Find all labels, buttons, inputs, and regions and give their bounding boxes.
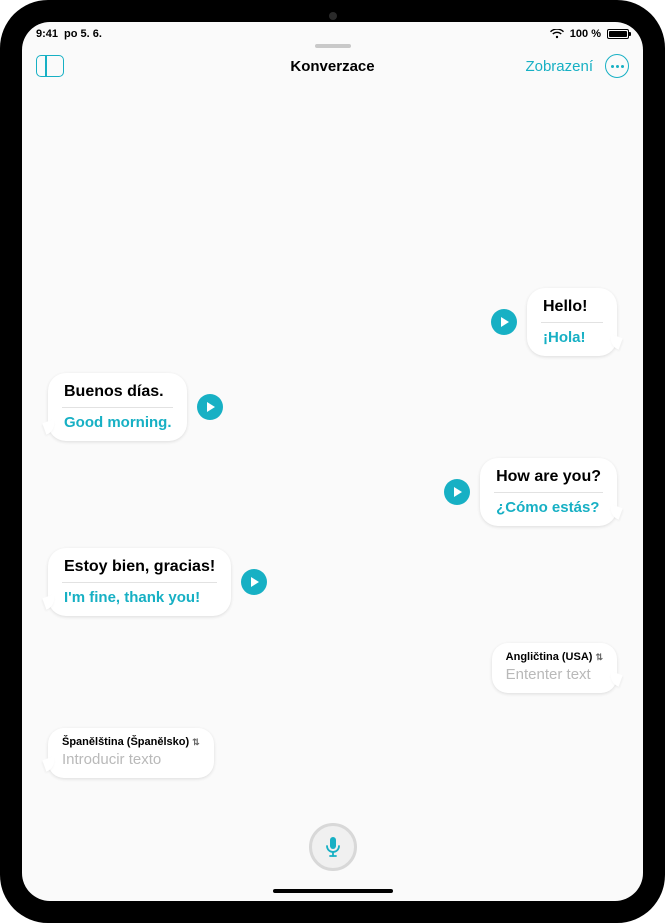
message-row: How are you? ¿Cómo estás? bbox=[444, 458, 617, 526]
microphone-button[interactable] bbox=[309, 823, 357, 871]
text-input-right[interactable]: Angličtina (USA) ⇅ Ententer text bbox=[492, 643, 617, 693]
message-row: Hello! ¡Hola! bbox=[491, 288, 617, 356]
input-placeholder: Ententer text bbox=[506, 666, 603, 683]
message-bubble[interactable]: How are you? ¿Cómo estás? bbox=[480, 458, 617, 526]
language-selector-left[interactable]: Španělština (Španělsko) ⇅ bbox=[62, 736, 200, 748]
message-original: How are you? bbox=[496, 468, 601, 492]
message-original: Hello! bbox=[543, 298, 601, 322]
status-bar: 9:41 po 5. 6. 100 % bbox=[22, 22, 643, 42]
divider bbox=[494, 492, 603, 493]
language-label: Angličtina (USA) bbox=[506, 651, 593, 663]
message-bubble[interactable]: Estoy bien, gracias! I'm fine, thank you… bbox=[48, 548, 231, 616]
message-translation: Good morning. bbox=[64, 414, 171, 431]
play-button[interactable] bbox=[241, 569, 267, 595]
nav-bar: Konverzace Zobrazení bbox=[22, 48, 643, 88]
view-button[interactable]: Zobrazení bbox=[525, 58, 593, 75]
message-original: Buenos días. bbox=[64, 383, 171, 407]
text-input-left[interactable]: Španělština (Španělsko) ⇅ Introducir tex… bbox=[48, 728, 214, 778]
language-selector-right[interactable]: Angličtina (USA) ⇅ bbox=[506, 651, 603, 663]
microphone-icon bbox=[324, 836, 342, 858]
status-time: 9:41 bbox=[36, 28, 58, 40]
camera-dot bbox=[329, 12, 337, 20]
message-bubble[interactable]: Hello! ¡Hola! bbox=[527, 288, 617, 356]
battery-icon bbox=[607, 29, 629, 39]
screen: 9:41 po 5. 6. 100 % Konverzace Zobrazen bbox=[22, 22, 643, 901]
chevron-updown-icon: ⇅ bbox=[192, 738, 200, 747]
divider bbox=[541, 322, 603, 323]
message-translation: ¡Hola! bbox=[543, 329, 601, 346]
device-frame: 9:41 po 5. 6. 100 % Konverzace Zobrazen bbox=[0, 0, 665, 923]
message-translation: I'm fine, thank you! bbox=[64, 589, 215, 606]
input-placeholder: Introducir texto bbox=[62, 751, 200, 768]
status-battery-pct: 100 % bbox=[570, 28, 601, 40]
message-original: Estoy bien, gracias! bbox=[64, 558, 215, 582]
chevron-updown-icon: ⇅ bbox=[595, 653, 603, 662]
conversation-area: Hello! ¡Hola! Buenos días. Good morning. bbox=[22, 88, 643, 901]
more-button[interactable] bbox=[605, 54, 629, 78]
divider bbox=[62, 582, 217, 583]
language-label: Španělština (Španělsko) bbox=[62, 736, 189, 748]
play-button[interactable] bbox=[491, 309, 517, 335]
home-indicator[interactable] bbox=[273, 889, 393, 893]
play-button[interactable] bbox=[197, 394, 223, 420]
message-row: Buenos días. Good morning. bbox=[48, 373, 223, 441]
divider bbox=[62, 407, 173, 408]
message-bubble[interactable]: Buenos días. Good morning. bbox=[48, 373, 187, 441]
status-date: po 5. 6. bbox=[64, 28, 102, 40]
play-button[interactable] bbox=[444, 479, 470, 505]
message-translation: ¿Cómo estás? bbox=[496, 499, 601, 516]
sidebar-toggle-button[interactable] bbox=[36, 55, 64, 77]
wifi-icon bbox=[550, 29, 564, 39]
message-row: Estoy bien, gracias! I'm fine, thank you… bbox=[48, 548, 267, 616]
